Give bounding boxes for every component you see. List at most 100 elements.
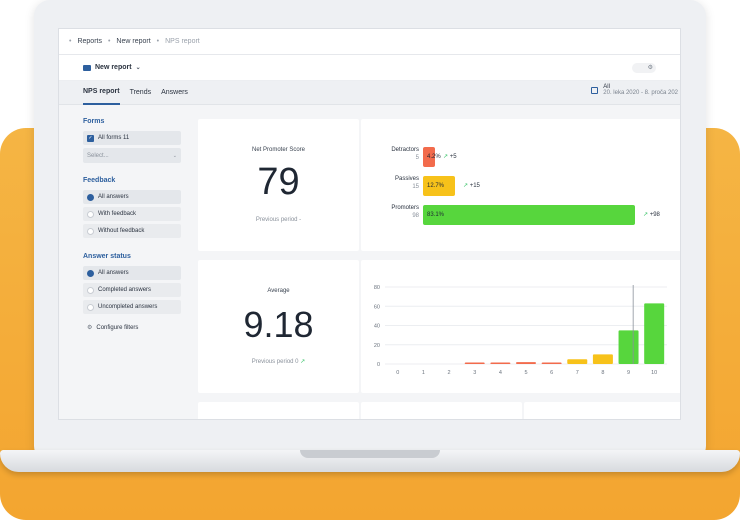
radio-selected-icon	[87, 269, 94, 277]
x-tick-label: 6	[550, 370, 553, 376]
tabs-bar: NPS report Trends Answers All 20. leka 2…	[59, 81, 680, 105]
breadcrumb-separator: •	[69, 38, 72, 45]
forms-select[interactable]: Select... ⌄	[83, 148, 181, 163]
radio-icon	[87, 227, 94, 235]
histogram-bar	[592, 354, 613, 364]
x-tick-label: 9	[627, 370, 630, 376]
tab-trends[interactable]: Trends	[130, 81, 152, 105]
average-score-card: Average 9.18 Previous period 0 ↗	[198, 260, 359, 393]
y-tick-label: 60	[374, 304, 380, 310]
feedback-option-label: With feedback	[98, 211, 137, 217]
trend-up-icon: ↗	[443, 154, 449, 160]
breadcrumb: • Reports • New report • NPS report	[59, 29, 680, 55]
date-filter-range: 20. leka 2020 - 8. proča 202	[603, 90, 678, 96]
histogram-bar	[464, 362, 485, 364]
y-tick-label: 0	[377, 362, 380, 368]
y-tick-label: 80	[374, 285, 380, 291]
status-option-all[interactable]: All answers	[83, 266, 181, 280]
passives-delta: ↗ +15	[463, 182, 480, 189]
answer-status-heading: Answer status	[83, 253, 131, 260]
promoters-delta: ↗ +98	[643, 211, 660, 218]
feedback-option-without[interactable]: Without feedback	[83, 224, 181, 238]
y-tick-label: 40	[374, 324, 380, 330]
feedback-option-with[interactable]: With feedback	[83, 207, 181, 221]
average-previous-text: Previous period 0	[251, 359, 299, 365]
histogram-bar	[618, 330, 639, 364]
x-tick-label: 5	[524, 370, 527, 376]
forms-heading: Forms	[83, 118, 105, 125]
average-previous-period: Previous period 0 ↗	[198, 358, 359, 365]
feedback-option-all[interactable]: All answers	[83, 190, 181, 204]
radio-selected-icon	[87, 193, 94, 201]
promoters-delta-value: +98	[649, 212, 660, 218]
nps-value: 79	[257, 161, 300, 203]
status-option-label: All answers	[98, 270, 129, 276]
date-filter[interactable]: All 20. leka 2020 - 8. proča 202	[591, 84, 678, 96]
y-tick-label: 20	[374, 343, 380, 349]
lower-card	[198, 402, 359, 419]
status-option-label: Uncompleted answers	[98, 304, 158, 310]
detractors-delta-value: +5	[449, 154, 457, 160]
passives-bar: 12.7%	[423, 176, 455, 196]
laptop-notch	[300, 450, 440, 458]
distribution-row-detractors: Detractors 5 4.2% ↗ +5	[361, 147, 680, 167]
passives-label: Passives	[394, 176, 419, 182]
x-tick-label: 2	[448, 370, 451, 376]
detractors-delta: ↗ +5	[443, 153, 457, 160]
breadcrumb-reports[interactable]: Reports	[77, 38, 102, 45]
histogram-bar	[567, 359, 588, 364]
report-header: New report ⌄ ⚙	[59, 55, 680, 81]
x-tick-label: 0	[396, 370, 399, 376]
lower-card	[524, 402, 680, 419]
detractors-count: 5	[415, 155, 419, 161]
passives-count: 15	[412, 184, 419, 190]
passives-percent: 12.7%	[427, 183, 445, 189]
breadcrumb-new-report[interactable]: New report	[116, 38, 150, 45]
forms-select-placeholder: Select...	[87, 152, 109, 159]
x-tick-label: 8	[601, 370, 604, 376]
breadcrumb-separator: •	[107, 38, 111, 45]
score-histogram-chart: 0 20 40 60 80 0 1 2 3 4 5 6 7 8 9 10	[374, 285, 667, 376]
radio-icon	[87, 210, 94, 218]
x-tick-label: 7	[576, 370, 579, 376]
promoters-label: Promoters	[391, 205, 419, 211]
configure-filters-link[interactable]: ⚙ Configure filters	[83, 324, 189, 332]
promoters-percent: 83.1%	[427, 212, 445, 218]
promoters-count: 98	[412, 213, 419, 219]
x-tick-label: 1	[422, 370, 425, 376]
breadcrumb-separator: •	[156, 38, 160, 45]
passives-delta-value: +15	[469, 183, 480, 189]
x-tick-label: 10	[651, 370, 657, 376]
histogram-bar	[541, 362, 562, 364]
chevron-down-icon: ⌄	[135, 65, 141, 71]
average-label: Average	[267, 288, 290, 294]
status-option-completed[interactable]: Completed answers	[83, 283, 181, 297]
gear-icon: ⚙	[647, 65, 653, 71]
radio-icon	[87, 303, 94, 311]
detractors-label: Detractors	[391, 147, 419, 153]
all-forms-label: All forms 11	[98, 135, 130, 141]
book-icon	[83, 64, 91, 71]
report-selector[interactable]: New report ⌄	[83, 64, 141, 71]
settings-toggle[interactable]: ⚙	[632, 62, 656, 73]
feedback-option-label: Without feedback	[98, 228, 145, 234]
x-tick-label: 3	[473, 370, 476, 376]
gear-icon: ⚙	[87, 325, 93, 331]
nps-label: Net Promoter Score	[251, 147, 306, 153]
tab-answers[interactable]: Answers	[161, 81, 188, 105]
breadcrumb-current: NPS report	[165, 38, 200, 45]
x-tick-label: 4	[499, 370, 502, 376]
average-value: 9.18	[243, 304, 314, 345]
tab-nps-report[interactable]: NPS report	[83, 81, 120, 105]
feedback-heading: Feedback	[83, 177, 116, 184]
calendar-icon	[591, 87, 599, 94]
filters-sidebar: Forms ✓ All forms 11 Select... ⌄ Feedbac…	[59, 106, 189, 419]
status-option-uncompleted[interactable]: Uncompleted answers	[83, 300, 181, 314]
detractors-bar: 4.2%	[423, 147, 441, 167]
all-forms-checkbox[interactable]: ✓ All forms 11	[83, 131, 181, 145]
promoters-bar: 83.1%	[423, 205, 635, 225]
histogram-bar	[516, 362, 536, 364]
trend-up-icon: ↗	[300, 359, 306, 365]
feedback-option-label: All answers	[98, 194, 129, 200]
trend-up-icon: ↗	[643, 212, 649, 218]
